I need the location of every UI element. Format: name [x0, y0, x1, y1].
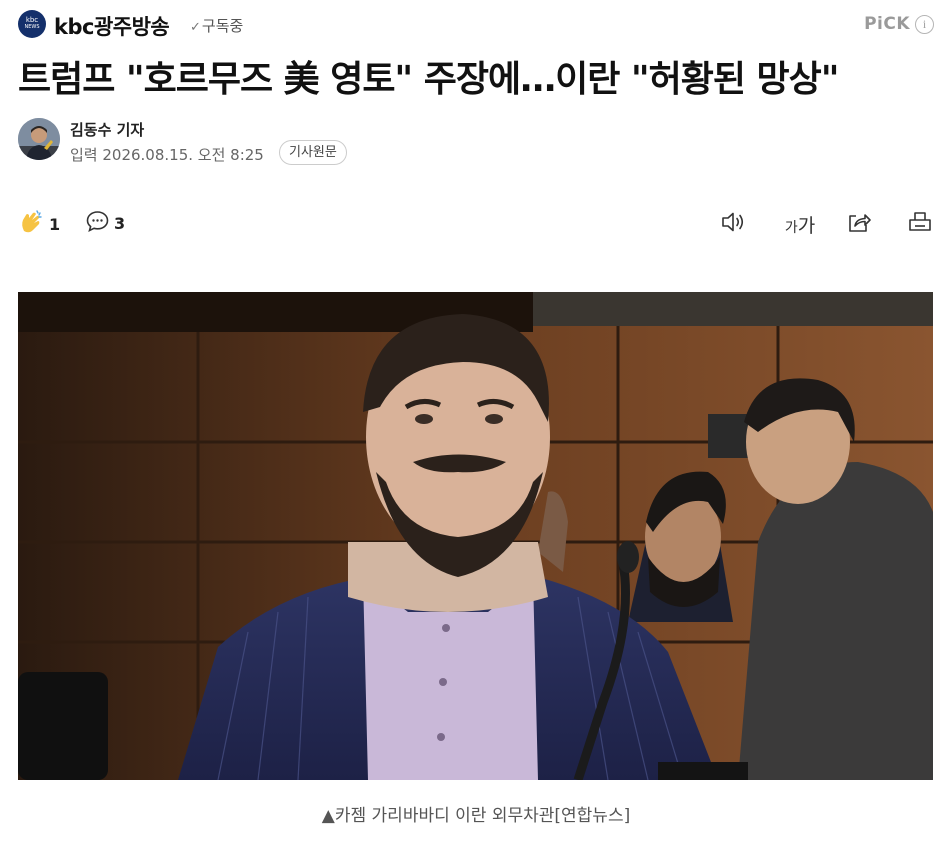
reaction-button[interactable]: 1	[18, 209, 60, 239]
press-name-link[interactable]: kbc광주방송	[54, 11, 170, 41]
share-icon	[846, 210, 872, 238]
byline: 김동수 기자 입력 2026.08.15. 오전 8:25 기사원문	[18, 118, 618, 165]
reporter-avatar[interactable]	[18, 118, 60, 160]
audio-button[interactable]	[719, 210, 747, 238]
clap-hand-icon	[18, 209, 44, 239]
speech-bubble-icon	[85, 209, 110, 238]
font-size-icon: 가가	[785, 211, 815, 238]
published-date: 입력 2026.08.15. 오전 8:25	[70, 146, 264, 164]
pick-label: PiCK	[864, 14, 910, 34]
article-action-bar: 1 3 가가	[18, 206, 934, 242]
comment-button[interactable]: 3	[85, 209, 125, 238]
article-photo[interactable]	[18, 292, 933, 780]
print-icon	[907, 210, 933, 238]
font-size-small-glyph: 가	[784, 219, 798, 236]
speaker-icon	[720, 210, 746, 238]
press-logo[interactable]: kbc NEWS	[18, 10, 46, 38]
print-button[interactable]	[906, 210, 934, 238]
article-headline: 트럼프 "호르무즈 美 영토" 주장에…이란 "허황된 망상"	[18, 59, 840, 100]
font-size-large-glyph: 가	[797, 214, 816, 237]
comment-count: 3	[114, 214, 126, 233]
font-size-button[interactable]: 가가	[783, 210, 817, 238]
article-top-bar: kbc NEWS kbc광주방송 ✓구독중 PiCK i	[18, 8, 934, 42]
original-article-button[interactable]: 기사원문	[279, 140, 347, 165]
press-logo-text-top: kbc	[25, 16, 39, 24]
reporter-name[interactable]: 김동수 기자	[70, 119, 144, 140]
subscribe-button[interactable]: ✓구독중	[190, 15, 243, 36]
share-button[interactable]	[845, 210, 873, 238]
subscribe-label: 구독중	[201, 17, 244, 35]
press-logo-text-bottom: NEWS	[24, 24, 40, 30]
check-icon: ✓	[190, 20, 201, 35]
photo-caption: ▲카젬 가리바바디 이란 외무차관[연합뉴스]	[321, 806, 631, 826]
info-icon[interactable]: i	[915, 15, 934, 34]
reaction-count: 1	[49, 214, 61, 234]
